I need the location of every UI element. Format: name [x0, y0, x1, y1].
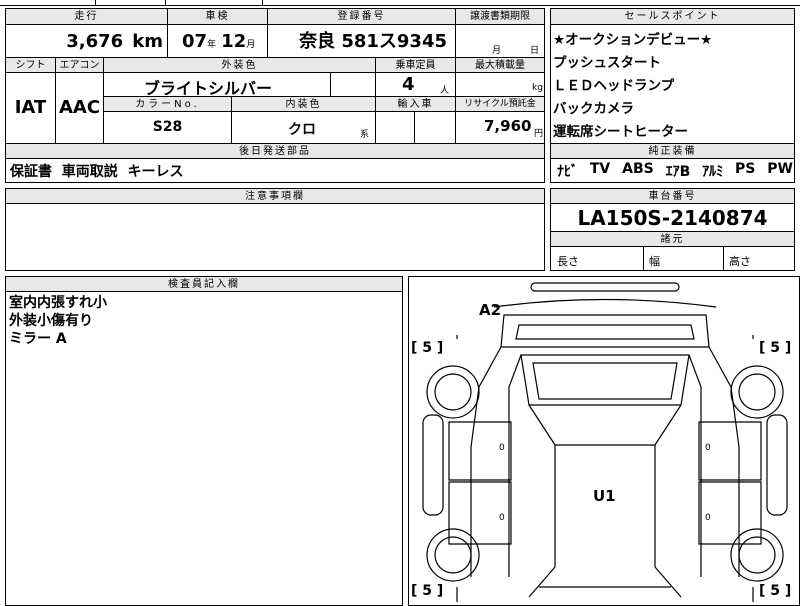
sales-point-item: プッシュスタート [553, 55, 661, 71]
inspector-notes-list: 室内内張すれ小 外装小傷有り ミラー A [9, 294, 107, 348]
dim-length-label: 長さ [557, 255, 579, 268]
sales-point-item: バックカメラ [553, 101, 634, 117]
car-diagram-box: A2 U1 [ 5 ] [ 5 ] [ 5 ] [ 5 ] 0 0 0 0 [408, 276, 800, 606]
equipment-item: ABS [622, 161, 654, 177]
mileage-value: 3,676 [66, 31, 124, 52]
later-parts-header: 後日発送部品 [6, 144, 544, 159]
inspector-note: ミラー A [9, 331, 67, 347]
later-parts-box: 後日発送部品 保証書 車両取説 キーレス [5, 143, 545, 183]
top-cut-row [0, 0, 800, 6]
equipment-item: PS [735, 161, 756, 177]
registration-value: 奈良 581ス9345 [268, 25, 456, 58]
tire-front-right: [ 5 ] [759, 340, 792, 356]
genuine-equipment-list: ﾅﾋﾞ TV ABS ｴｱB ｱﾙﾐ PS PW [557, 161, 793, 181]
genuine-equipment-header: 純正装備 [551, 144, 794, 159]
genuine-equipment-box: 純正装備 ﾅﾋﾞ TV ABS ｴｱB ｱﾙﾐ PS PW [550, 143, 795, 183]
transfer-day-label: 日 [530, 46, 540, 56]
equipment-item: TV [589, 161, 611, 177]
recycle-fee-value: 7,960 [484, 117, 532, 135]
max-load-cell: kg [456, 73, 544, 97]
exterior-color-header: 外装色 [104, 58, 376, 73]
transfer-deadline-cell: 月 日 [456, 25, 544, 58]
exterior-color-value: ブライトシルバー [144, 79, 273, 98]
interior-color-value: クロ [288, 122, 316, 138]
transfer-deadline-header: 譲渡書類期限 [456, 9, 544, 25]
month-label: 月 [246, 40, 256, 50]
exterior-color-cell: ブライトシルバー [104, 73, 376, 98]
shift-value: IAT [6, 73, 56, 143]
inspection-header: 車検 [168, 9, 268, 25]
zero-mark-2: 0 [499, 513, 505, 523]
equipment-item: ﾅﾋﾞ [557, 164, 578, 180]
recycle-fee-header: リサイクル預託金 [456, 97, 544, 112]
chassis-value: LA150S-2140874 [577, 206, 768, 230]
color-no-value: S28 [104, 112, 232, 143]
notes-header: 注意事項欄 [6, 189, 544, 204]
max-load-header: 最大積載量 [456, 58, 544, 73]
mileage-unit: km [132, 31, 163, 52]
chassis-header: 車台番号 [551, 189, 794, 204]
inspection-value-cell: 07年 12月 [168, 25, 268, 58]
later-parts-value: 保証書 車両取説 キーレス [10, 164, 184, 180]
inspector-note: 外装小傷有り [9, 313, 93, 329]
tire-front-left: [ 5 ] [411, 340, 444, 356]
interior-suffix: 系 [360, 130, 370, 140]
interior-color-cell: クロ 系 [232, 112, 376, 143]
sales-point-item: ★オークションデビュー★ [553, 32, 713, 48]
registration-header: 登録番号 [268, 9, 456, 25]
mileage-header: 走行 [6, 9, 168, 25]
zero-mark-1: 0 [499, 443, 505, 453]
sales-point-item: ＬＥＤヘッドランプ [553, 78, 675, 94]
mark-a2: A2 [479, 301, 502, 319]
max-load-unit: kg [532, 83, 543, 93]
sales-points-box: セールスポイント ★オークションデビュー★ プッシュスタート ＬＥＤヘッドランプ… [550, 8, 795, 144]
transfer-month-label: 月 [492, 46, 502, 56]
vehicle-info-table: 走行 車検 登録番号 譲渡書類期限 3,676 km 07年 12月 奈良 58… [5, 8, 545, 144]
capacity-value: 4 [402, 74, 415, 95]
dimensions-box: 諸元 長さ 幅 高さ [550, 231, 795, 271]
car-diagram [409, 277, 800, 606]
capacity-header: 乗車定員 [376, 58, 456, 73]
tire-rear-right: [ 5 ] [759, 583, 792, 599]
mark-u1: U1 [593, 487, 616, 505]
sales-point-item: 運転席シートヒーター [553, 124, 688, 140]
inspector-note: 室内内張すれ小 [9, 295, 107, 311]
equipment-item: ｱﾙﾐ [702, 164, 724, 180]
equipment-item: ｴｱB [665, 164, 691, 180]
recycle-unit: 円 [534, 129, 544, 139]
shift-header: シフト [6, 58, 56, 73]
inspector-notes-box: 検査員記入欄 室内内張すれ小 外装小傷有り ミラー A [5, 276, 403, 606]
dim-width-label: 幅 [649, 255, 660, 268]
inspection-year: 07 [182, 31, 208, 52]
mileage-value-cell: 3,676 km [6, 25, 168, 58]
interior-color-header: 内装色 [232, 97, 376, 112]
dim-height-label: 高さ [729, 255, 751, 268]
recycle-fee-cell: 7,960 円 [456, 112, 544, 143]
sales-points-header: セールスポイント [551, 9, 794, 25]
chassis-box: 車台番号 LA150S-2140874 [550, 188, 795, 232]
capacity-unit: 人 [440, 86, 450, 96]
zero-mark-4: 0 [705, 513, 711, 523]
dimensions-header: 諸元 [551, 232, 794, 247]
import-header: 輸入車 [376, 97, 456, 112]
import-cell [376, 112, 456, 143]
equipment-item: PW [767, 161, 793, 177]
notes-box: 注意事項欄 [5, 188, 545, 271]
zero-mark-3: 0 [705, 443, 711, 453]
color-no-header: カラーNo. [104, 97, 232, 112]
inspector-notes-header: 検査員記入欄 [6, 277, 402, 292]
aircon-header: エアコン [56, 58, 104, 73]
aircon-value: AAC [56, 73, 104, 143]
year-label: 年 [207, 40, 217, 50]
inspection-month: 12 [221, 31, 247, 52]
sales-points-list: ★オークションデビュー★ プッシュスタート ＬＥＤヘッドランプ バックカメラ 運… [553, 29, 793, 144]
tire-rear-left: [ 5 ] [411, 583, 444, 599]
capacity-cell: 4 人 [376, 73, 456, 97]
